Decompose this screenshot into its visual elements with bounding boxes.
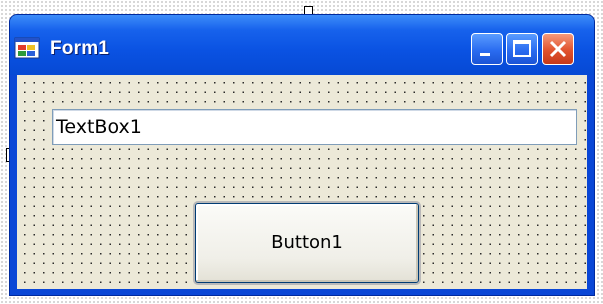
title-bar[interactable]: Form1 [10,15,594,75]
close-icon [549,40,567,58]
form-client-area: TextBox1 Button1 [17,75,587,289]
minimize-button[interactable] [471,33,503,65]
button1[interactable]: Button1 [195,203,419,283]
textbox1[interactable]: TextBox1 [52,109,577,145]
minimize-icon [480,53,490,56]
close-button[interactable] [542,33,574,65]
maximize-icon [513,40,531,57]
window-title: Form1 [50,38,110,59]
maximize-button[interactable] [506,33,538,65]
form-app-icon [14,37,40,59]
form-window: Form1 TextBox1 Button1 [9,14,595,296]
